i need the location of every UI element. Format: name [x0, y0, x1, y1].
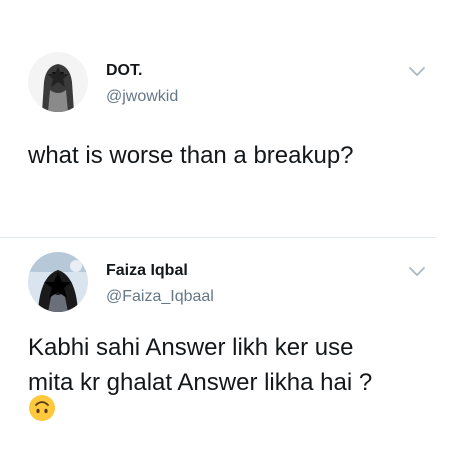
chevron-down-icon[interactable] — [408, 266, 426, 278]
tweet-text: what is worse than a breakup? — [28, 142, 354, 169]
user-handle[interactable]: @jwowkid — [106, 88, 178, 106]
upside-down-face-icon — [29, 395, 55, 421]
divider — [0, 237, 436, 238]
tweet-text-line: Kabhi sahi Answer likh ker use — [28, 334, 354, 361]
display-name[interactable]: DOT. — [106, 62, 142, 80]
tweet-text: Kabhi sahi Answer likh ker use mita kr g… — [28, 330, 423, 400]
avatar[interactable] — [28, 52, 88, 112]
display-name[interactable]: Faiza Iqbal — [106, 262, 188, 280]
user-handle[interactable]: @Faiza_Iqbaal — [106, 288, 214, 306]
profile-photo-icon — [28, 52, 88, 112]
avatar[interactable] — [28, 252, 88, 312]
tweet-text-line: mita kr ghalat Answer likha hai ? — [28, 369, 373, 396]
chevron-down-icon[interactable] — [408, 66, 426, 78]
profile-photo-icon — [28, 252, 88, 312]
